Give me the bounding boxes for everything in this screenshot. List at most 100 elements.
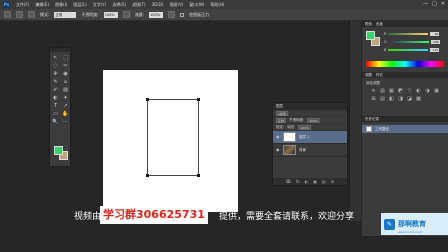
tool-button[interactable]: 🔍 — [51, 118, 60, 125]
layer-style-icon[interactable]: fx — [296, 179, 300, 184]
menu-file[interactable]: 文件(F) — [16, 2, 29, 8]
opacity-label: 不透明度: — [81, 11, 99, 17]
tool-button[interactable]: ✦ — [61, 94, 70, 101]
document-canvas[interactable] — [103, 70, 238, 212]
tool-button[interactable]: ▨ — [61, 86, 70, 93]
tab-adjustments[interactable]: 调整 — [365, 73, 372, 78]
adjustment-icon[interactable]: ◐ — [415, 88, 422, 94]
brush-preset-icon[interactable] — [4, 11, 11, 18]
new-group-icon[interactable]: ▤ — [322, 179, 326, 184]
path-anchor[interactable] — [197, 98, 200, 101]
tool-button[interactable]: ⌂ — [61, 78, 70, 85]
adjustment-icon[interactable]: ▤ — [379, 96, 386, 102]
menu-view[interactable]: 视图(V) — [169, 2, 183, 8]
color-spectrum[interactable] — [366, 61, 444, 67]
minimize-icon[interactable]: — — [423, 1, 428, 7]
menu-image[interactable]: 图像(I) — [55, 2, 67, 8]
blend-mode-select[interactable]: 正常 — [276, 117, 287, 123]
close-icon[interactable]: ✕ — [441, 1, 445, 7]
mode-label: 模式: — [40, 11, 50, 17]
link-layers-icon[interactable]: ↂ — [286, 179, 291, 184]
layer-opacity-field[interactable]: 100% — [307, 117, 320, 123]
adjustment-icon[interactable]: ☀ — [370, 88, 377, 94]
adjustment-icon[interactable]: ▥ — [379, 88, 386, 94]
menu-3d[interactable]: 3D(D) — [152, 2, 164, 7]
tool-button[interactable]: ✜ — [51, 70, 60, 77]
path-anchor[interactable] — [197, 174, 200, 177]
tool-button[interactable]: ⬚ — [61, 54, 70, 61]
panel-foreground-swatch[interactable] — [366, 31, 375, 40]
pressure-checkbox[interactable] — [180, 12, 185, 17]
pressure-label: 绘图板压力 — [189, 11, 210, 17]
adjustment-icon[interactable]: ▩ — [415, 96, 422, 102]
adjustment-icon[interactable]: ◧ — [388, 96, 395, 102]
menu-type[interactable]: 文字(Y) — [93, 2, 107, 8]
path-anchor[interactable] — [146, 98, 149, 101]
layer-mask-icon[interactable]: ▣ — [313, 179, 317, 184]
menu-filter[interactable]: 滤镜(T) — [132, 2, 146, 8]
adjustment-icon[interactable]: ⊞ — [370, 96, 377, 102]
tab-color[interactable]: 颜色 — [365, 22, 372, 27]
menu-help[interactable]: 帮助(H) — [210, 2, 224, 8]
adjustment-icon[interactable]: ◨ — [397, 96, 404, 102]
fill-field[interactable]: 100% — [298, 124, 311, 130]
tool-button[interactable]: ✎ — [51, 78, 60, 85]
mode-select[interactable]: 正常 — [54, 11, 77, 18]
adjustment-layer-icon[interactable]: ◐ — [305, 179, 309, 184]
tool-button[interactable]: ↖ — [51, 54, 60, 61]
lock-label: 锁定: — [276, 124, 285, 129]
path-anchor[interactable] — [146, 174, 149, 177]
menu-window[interactable]: 窗口(W) — [189, 2, 204, 8]
adjustment-icon[interactable]: ▽ — [406, 88, 413, 94]
tool-button[interactable]: ▭ — [51, 110, 60, 117]
brush-panel-icon[interactable] — [28, 11, 35, 18]
tool-button[interactable]: ✋ — [61, 110, 70, 117]
green-slider[interactable] — [388, 41, 429, 43]
brand-logo-text: 那啊教育 — [398, 220, 426, 228]
menu-edit[interactable]: 编辑(E) — [35, 2, 49, 8]
tool-button[interactable]: ◐ — [51, 94, 60, 101]
slider-label: R — [384, 32, 387, 36]
flow-field[interactable]: 100% — [149, 11, 164, 18]
green-value[interactable]: 208 — [430, 40, 440, 44]
adjustment-icon[interactable]: ◑ — [424, 88, 431, 94]
layer-row[interactable]: ◉ 图层 1 — [273, 131, 347, 144]
tool-button[interactable]: ✂ — [61, 62, 70, 69]
blue-value[interactable]: 107 — [430, 48, 440, 52]
adjustment-icon[interactable]: ◪ — [406, 96, 413, 102]
tool-button[interactable]: ◉ — [61, 70, 70, 77]
layer-thumbnail — [283, 132, 296, 142]
maximize-icon[interactable]: □ — [432, 1, 437, 7]
new-layer-icon[interactable]: ⊞ — [331, 179, 334, 184]
window-controls: — □ ✕ — [423, 1, 445, 7]
blue-slider[interactable] — [388, 49, 429, 51]
opacity-field[interactable]: 100% — [103, 11, 118, 18]
layer-row[interactable]: ◉ 背景 — [273, 144, 347, 157]
history-item[interactable]: 工作路径 — [362, 125, 448, 133]
red-value[interactable]: 56 — [430, 32, 440, 36]
visibility-eye-icon[interactable]: ◉ — [276, 135, 280, 139]
layers-tab[interactable]: 图层 — [273, 103, 347, 110]
red-slider[interactable] — [388, 33, 429, 35]
tool-button[interactable]: ✐ — [51, 86, 60, 93]
layers-blend-row: 正常 不透明度: 100% — [273, 117, 347, 124]
tool-button[interactable]: T — [51, 102, 60, 109]
pressure-opacity-icon[interactable] — [122, 11, 130, 18]
path-selection[interactable] — [146, 98, 200, 177]
menu-select[interactable]: 选择(S) — [112, 2, 126, 8]
tool-button[interactable]: ⋯ — [61, 118, 70, 125]
brush-size-icon[interactable] — [16, 11, 23, 18]
tab-history[interactable]: 历史记录 — [365, 117, 379, 122]
adjustment-icon[interactable]: ▣ — [433, 88, 440, 94]
tab-swatches[interactable]: 色板 — [376, 22, 383, 27]
tool-button[interactable]: ↗ — [61, 102, 70, 109]
visibility-eye-icon[interactable]: ◉ — [276, 148, 280, 152]
foreground-color-swatch[interactable] — [54, 146, 63, 155]
menu-layer[interactable]: 图层(L) — [73, 2, 86, 8]
adjustment-icon[interactable]: ▦ — [388, 88, 395, 94]
tab-styles[interactable]: 样式 — [376, 73, 383, 78]
tool-button[interactable]: ◌ — [51, 62, 60, 69]
adjustment-icon[interactable]: ◩ — [397, 88, 404, 94]
layer-kind-filter[interactable]: ρ类型 — [276, 110, 288, 116]
airbrush-icon[interactable] — [168, 11, 176, 18]
